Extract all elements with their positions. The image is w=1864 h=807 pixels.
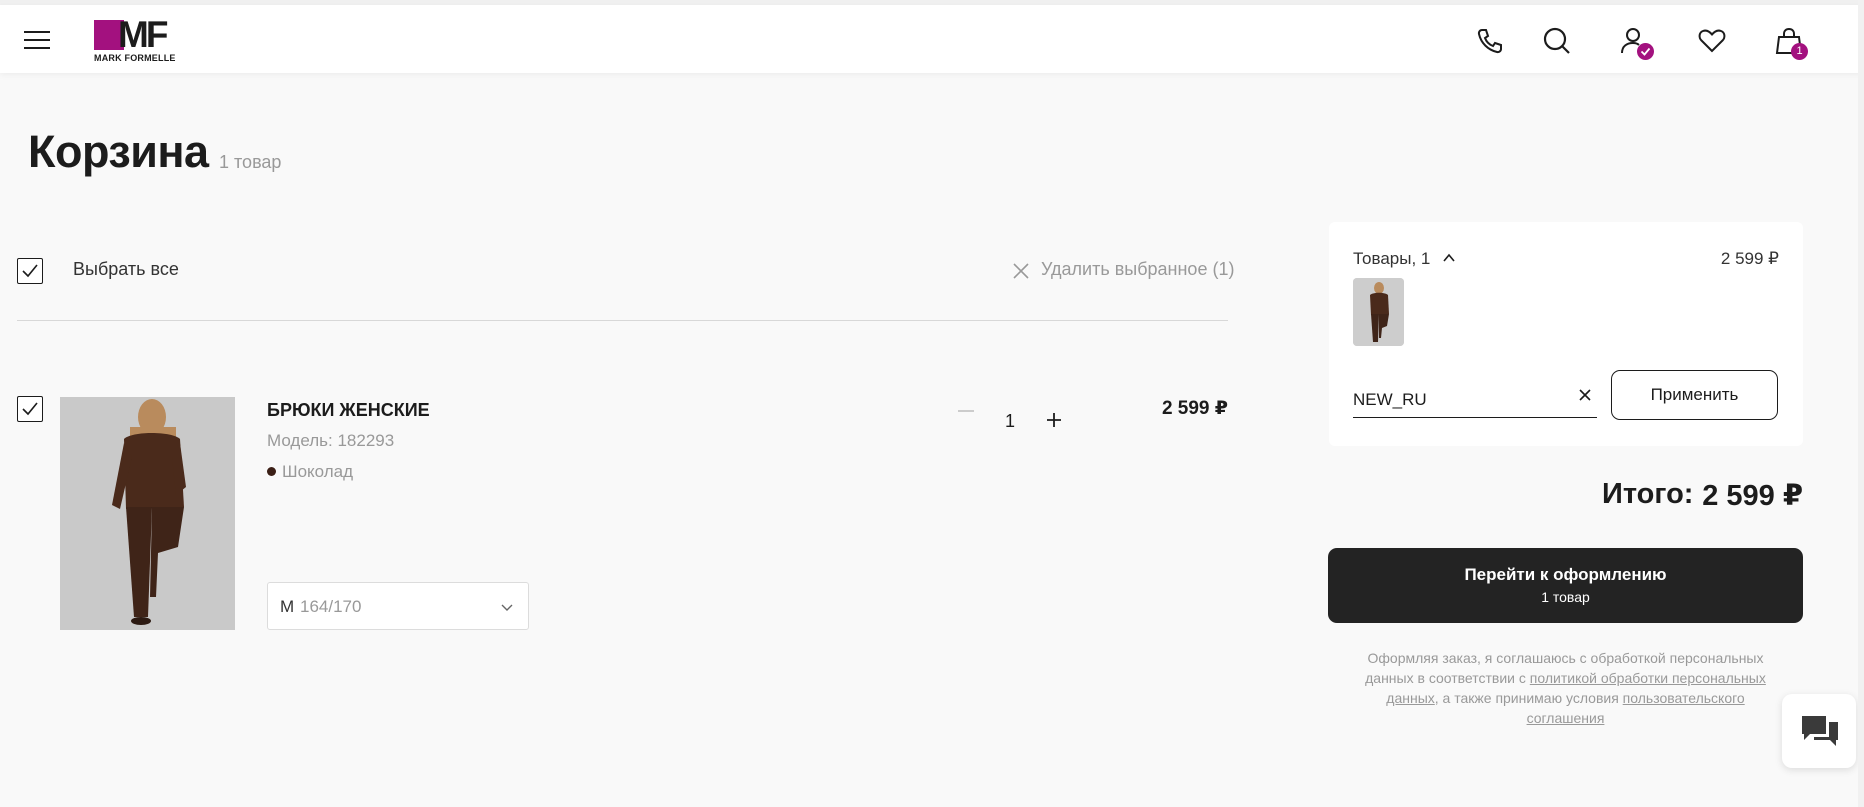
cart-item-count: 1 товар [219,152,282,172]
account-icon[interactable] [1619,25,1654,60]
apply-promo-button[interactable]: Применить [1611,370,1778,420]
product-name[interactable]: БРЮКИ ЖЕНСКИЕ [267,400,430,421]
size-letter: M [280,597,295,616]
search-icon[interactable] [1541,25,1573,57]
divider [17,320,1228,321]
total-value: 2 599 ₽ [1702,480,1803,512]
legal-text-2: , а также принимаю условия [1434,690,1623,706]
cart-count-badge: 1 [1791,43,1808,60]
product-color: Шоколад [267,462,353,482]
product-model: Модель: 182293 [267,431,395,450]
item-checkbox[interactable] [17,396,43,422]
account-check-badge [1637,43,1654,60]
check-icon [22,402,38,416]
color-swatch [267,467,276,476]
site-header: MF MARK FORMELLE 1 [0,5,1864,73]
total-label: Итого: [1602,478,1694,510]
select-all-checkbox[interactable] [17,258,43,284]
logo-mark: MF [118,14,168,55]
logo-brand-name: MARK FORMELLE [94,53,176,63]
select-all-label[interactable]: Выбрать все [73,259,179,280]
product-image[interactable] [60,397,235,630]
product-price: 2 599 ₽ [1161,398,1228,419]
close-icon [1013,263,1029,279]
chat-button[interactable] [1782,694,1856,768]
delete-selected-label: Удалить выбранное (1) [1041,259,1235,279]
checkout-sublabel: 1 товар [1541,589,1590,605]
page-title: Корзина [28,126,209,177]
size-select[interactable]: M 164/170 [267,582,529,630]
summary-items-price: 2 599 ₽ [1720,249,1779,268]
legal-notice: Оформляя заказ, я соглашаюсь с обработко… [1347,648,1784,728]
checkout-button[interactable]: Перейти к оформлению 1 товар [1328,548,1803,623]
heart-icon[interactable] [1696,25,1728,57]
quantity-increase-button[interactable] [1045,411,1063,429]
summary-product-thumbnail[interactable] [1353,278,1404,346]
phone-icon[interactable] [1474,25,1506,57]
size-value: 164/170 [300,597,362,616]
promo-code-input[interactable] [1353,374,1597,418]
clear-promo-icon[interactable] [1578,388,1592,402]
menu-icon[interactable] [24,31,50,49]
delete-selected-button[interactable]: Удалить выбранное (1) [1011,259,1234,280]
order-summary: Товары, 1 2 599 ₽ Применить [1329,222,1803,446]
logo[interactable]: MF MARK FORMELLE [94,16,198,63]
check-icon [22,264,38,278]
checkout-label: Перейти к оформлению [1464,565,1667,584]
chevron-down-icon [501,604,513,611]
plus-icon [1047,413,1061,427]
bag-icon[interactable]: 1 [1773,25,1808,60]
scrollbar[interactable] [1858,0,1864,807]
quantity-decrease-button[interactable] [958,410,974,412]
product-color-label: Шоколад [282,462,354,481]
summary-items-toggle[interactable]: Товары, 1 [1353,249,1430,269]
chevron-up-icon[interactable] [1442,251,1456,265]
quantity-value: 1 [1005,411,1016,431]
chat-icon [1802,716,1838,746]
